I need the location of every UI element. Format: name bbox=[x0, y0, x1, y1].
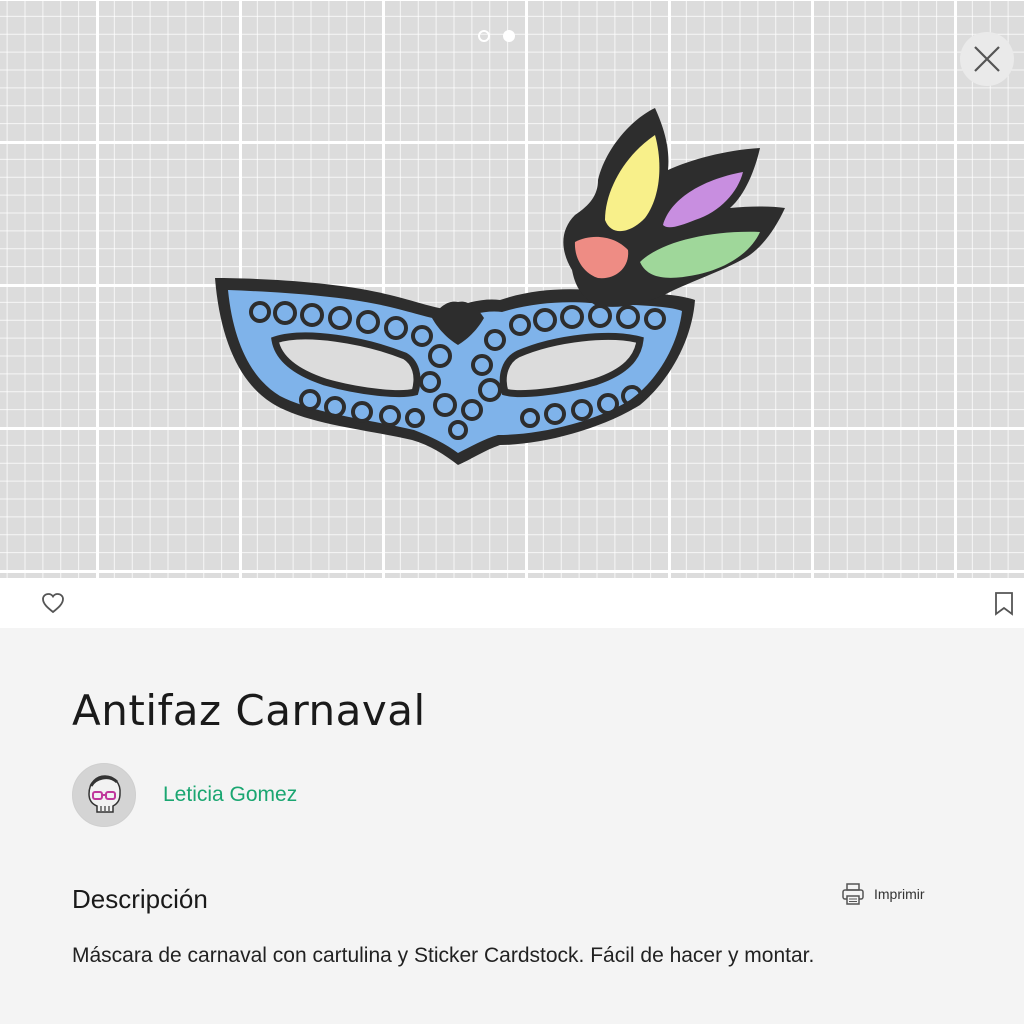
project-title: Antifaz Carnaval bbox=[72, 686, 426, 735]
bookmark-icon[interactable] bbox=[993, 591, 1015, 617]
avatar[interactable] bbox=[72, 763, 136, 827]
carousel-dot-1[interactable] bbox=[478, 30, 490, 42]
print-button[interactable]: Imprimir bbox=[840, 882, 925, 906]
carnival-mask-illustration bbox=[215, 108, 785, 465]
carousel-indicators bbox=[478, 30, 515, 42]
description-heading: Descripción bbox=[72, 884, 208, 914]
carousel-dot-2[interactable] bbox=[503, 30, 515, 42]
author-name-link[interactable]: Leticia Gomez bbox=[163, 783, 297, 807]
project-action-bar bbox=[0, 578, 1024, 628]
author-row: Leticia Gomez bbox=[72, 763, 297, 827]
printer-icon bbox=[842, 883, 864, 905]
close-button[interactable] bbox=[960, 32, 1014, 86]
skull-avatar-icon bbox=[88, 775, 121, 813]
heart-icon[interactable] bbox=[40, 591, 66, 615]
project-image-canvas bbox=[0, 0, 1024, 578]
description-text: Máscara de carnaval con cartulina y Stic… bbox=[72, 944, 815, 967]
close-icon bbox=[974, 46, 1000, 72]
print-label: Imprimir bbox=[874, 886, 925, 902]
